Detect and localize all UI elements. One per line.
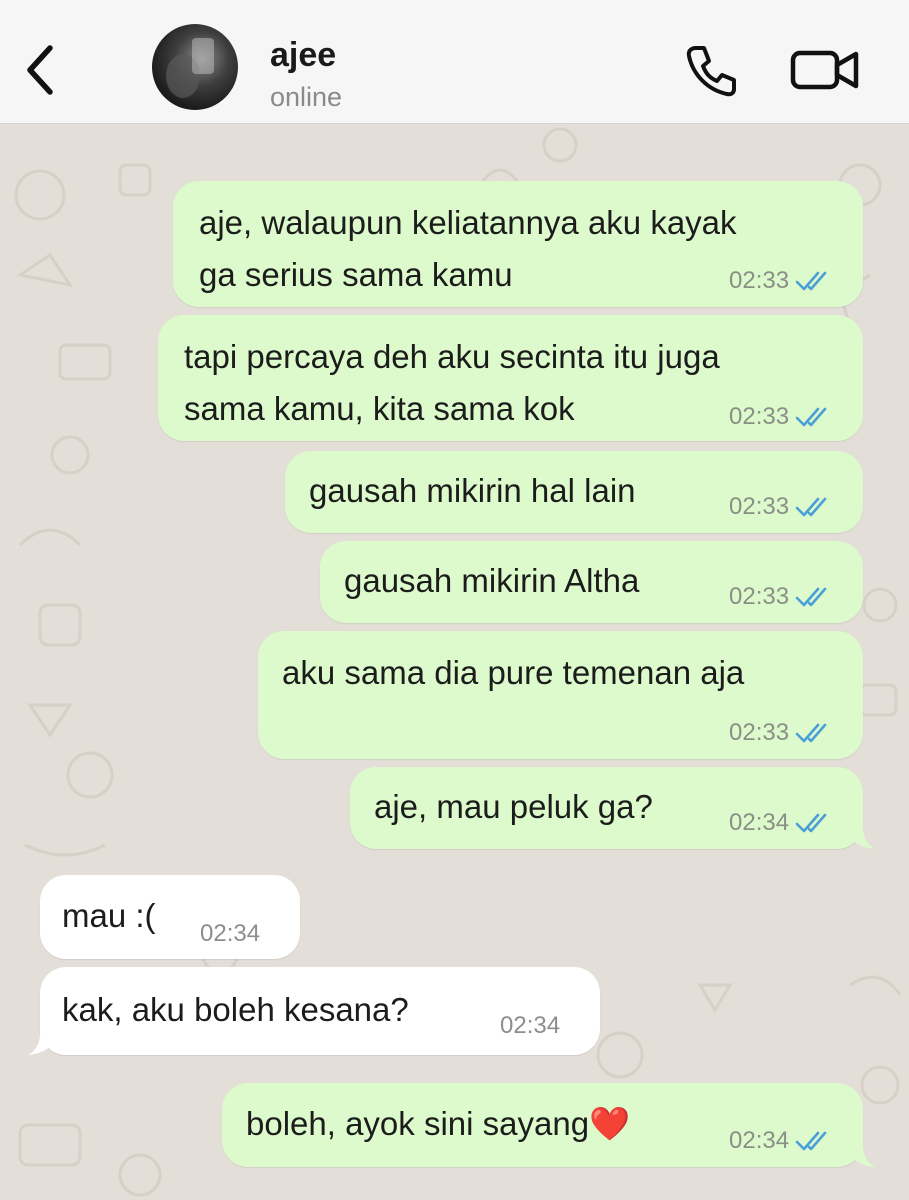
outgoing-message-bubble[interactable]: aje, mau peluk ga? 02:34 [350, 767, 875, 849]
outgoing-message-bubble[interactable]: gausah mikirin hal lain 02:33 [285, 451, 863, 533]
video-call-button[interactable] [790, 44, 860, 96]
double-check-icon [795, 271, 827, 291]
bubble-tail [849, 821, 875, 849]
back-button[interactable] [20, 42, 60, 98]
message-text-line: gausah mikirin hal lain [309, 472, 636, 509]
double-check-icon [795, 813, 827, 833]
message-meta: 02:34 [729, 1129, 833, 1153]
chevron-left-icon [27, 45, 53, 95]
contact-name[interactable]: ajee [270, 36, 336, 75]
message-text: kak, aku boleh kesana? [62, 984, 409, 1036]
phone-icon [686, 46, 736, 97]
message-text: aje, mau peluk ga? [374, 781, 653, 833]
message-text: gausah mikirin Altha [344, 555, 639, 607]
message-time: 02:33 [729, 403, 790, 430]
double-check-icon [795, 407, 827, 427]
message-time: 02:33 [729, 719, 790, 746]
message-text: boleh, ayok sini sayang❤️ [246, 1098, 630, 1150]
outgoing-message-bubble[interactable]: tapi percaya deh aku secinta itu juga sam… [158, 315, 863, 441]
message-meta: 02:33 [729, 269, 833, 293]
outgoing-message-bubble[interactable]: gausah mikirin Altha 02:33 [320, 541, 863, 623]
incoming-message-bubble[interactable]: kak, aku boleh kesana? 02:34 [28, 967, 600, 1055]
bubble-tail [849, 1139, 875, 1167]
chat-header: ajee online [0, 0, 909, 124]
message-text-line: boleh, ayok sini sayang❤️ [246, 1105, 631, 1142]
message-text: aje, walaupun keliatannya aku kayak ga se… [199, 197, 737, 301]
outgoing-message-bubble[interactable]: boleh, ayok sini sayang❤️ 02:34 [222, 1083, 875, 1167]
message-text-line: mau :( [62, 897, 156, 934]
message-meta: 02:33 [729, 585, 833, 609]
message-time: 02:33 [729, 583, 790, 610]
message-text-line: kak, aku boleh kesana? [62, 991, 409, 1028]
chat-area[interactable]: aje, walaupun keliatannya aku kayak ga se… [0, 125, 909, 1200]
message-text-line: tapi percaya deh aku secinta itu juga [184, 338, 720, 375]
double-check-icon [795, 587, 827, 607]
voice-call-button[interactable] [682, 42, 740, 100]
double-check-icon [795, 723, 827, 743]
message-meta: 02:34 [729, 811, 833, 835]
message-time: 02:34 [729, 1127, 790, 1154]
message-text: gausah mikirin hal lain [309, 465, 636, 517]
message-text-line: aku sama dia pure temenan aja [282, 654, 745, 691]
message-text-line: aje, walaupun keliatannya aku kayak [199, 204, 737, 241]
message-text-line: gausah mikirin Altha [344, 562, 640, 599]
message-text-line: sama kamu, kita sama kok [184, 390, 575, 427]
avatar[interactable] [152, 24, 238, 110]
message-time: 02:34 [500, 1012, 561, 1039]
message-meta: 02:34 [200, 922, 260, 946]
message-meta: 02:33 [729, 721, 833, 745]
message-text: tapi percaya deh aku secinta itu juga sam… [184, 331, 720, 435]
avatar-phone [192, 38, 214, 74]
message-meta: 02:34 [500, 1014, 560, 1038]
outgoing-message-bubble[interactable]: aje, walaupun keliatannya aku kayak ga se… [173, 181, 863, 307]
bubble-tail [28, 1027, 54, 1055]
video-camera-icon [790, 50, 859, 90]
message-meta: 02:33 [729, 405, 833, 429]
message-text-line: aje, mau peluk ga? [374, 788, 653, 825]
double-check-icon [795, 1131, 827, 1151]
message-time: 02:33 [729, 493, 790, 520]
message-text: aku sama dia pure temenan aja [282, 647, 744, 699]
message-meta: 02:33 [729, 495, 833, 519]
contact-status: online [270, 82, 343, 112]
outgoing-message-bubble[interactable]: aku sama dia pure temenan aja 02:33 [258, 631, 863, 759]
message-text: mau :( [62, 890, 156, 942]
incoming-message-bubble[interactable]: mau :( 02:34 [40, 875, 300, 959]
message-time: 02:34 [200, 920, 261, 947]
double-check-icon [795, 497, 827, 517]
message-text-line: ga serius sama kamu [199, 256, 513, 293]
message-time: 02:33 [729, 267, 790, 294]
message-time: 02:34 [729, 809, 790, 836]
